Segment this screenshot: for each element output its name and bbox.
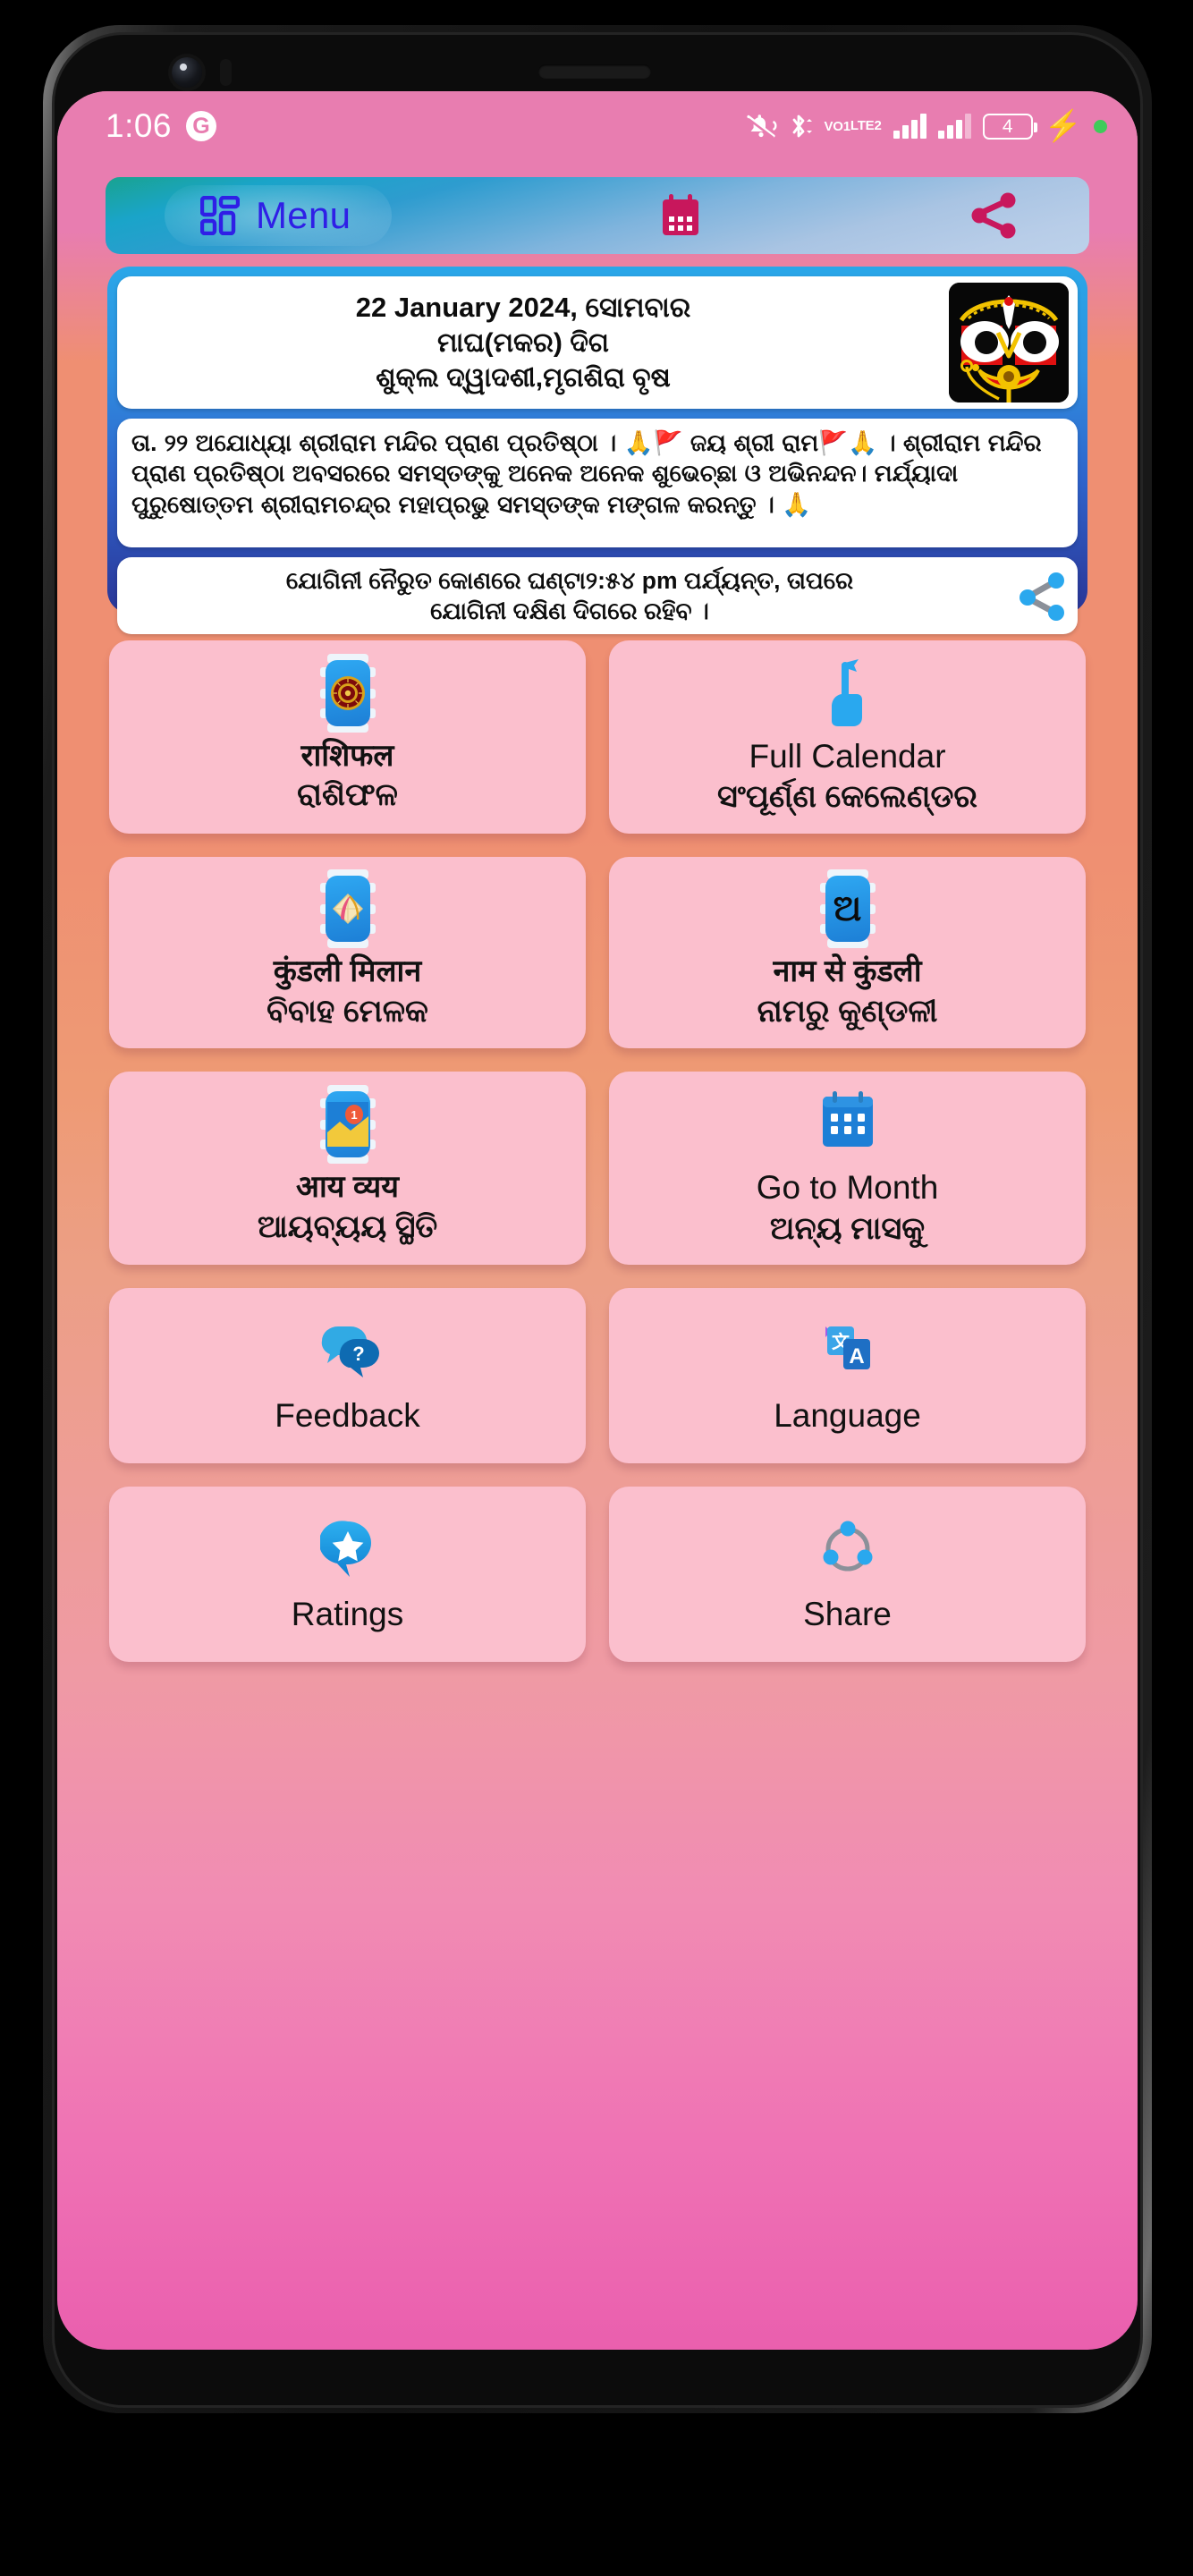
signal-bars-2-icon: [937, 114, 971, 139]
zodiac-wheel-icon: [319, 653, 376, 733]
calendar-button[interactable]: [660, 193, 701, 238]
question-bubble-icon: ?: [317, 1312, 379, 1389]
status-time: 1:06: [106, 107, 173, 144]
phone-screen: 1:06 G VO1 LTE2 4 ⚡ Menu 22 January 2024…: [57, 91, 1138, 2350]
tile-kundali-milan[interactable]: कुंडली मिलान ବିବାହ ମେଳକ: [109, 857, 586, 1049]
front-camera-icon: [172, 57, 202, 88]
share-network-icon: [818, 1511, 877, 1588]
yogini-line-1: ଯୋଗିନୀ ନୈରୁତ କୋଣରେ ଘଣ୍ଟା୨:୫୪ pm ପର୍ଯ୍ୟନ୍…: [285, 566, 854, 594]
tile-aay-vyay[interactable]: 1 आय व्यय ଆୟବ୍ୟୟ ସ୍ଥିତି: [109, 1072, 586, 1266]
feature-grid: राशिफल ରାଶିଫଳ Full Calendar ସଂପୂର୍ଣ୍ଣ କେ…: [104, 640, 1091, 1663]
share-button[interactable]: [969, 191, 1020, 241]
share-icon: [1020, 572, 1064, 621]
date-line-2: ମାଘ(ମକର) ଦିଗ: [437, 328, 609, 359]
tile-label-line2: ଅନ୍ୟ ମାସକୁ: [769, 1210, 926, 1246]
tile-go-to-month[interactable]: Go to Month ଅନ୍ୟ ମାସକୁ: [609, 1072, 1086, 1266]
news-card[interactable]: ତା. ୨୨ ଅଯୋଧ୍ୟା ଶ୍ରୀରାମ ମନ୍ଦିର ପ୍ରାଣ ପ୍ରତ…: [117, 419, 1078, 547]
svg-text:1: 1: [351, 1108, 357, 1122]
lord-jagannath-icon: [949, 283, 1069, 402]
star-bubble-icon: [319, 1511, 376, 1588]
proximity-sensor-icon: [220, 59, 232, 86]
yogini-card[interactable]: ଯୋଗିନୀ ନୈରୁତ କୋଣରେ ଘଣ୍ଟା୨:୫୪ pm ପର୍ଯ୍ୟନ୍…: [117, 557, 1078, 634]
tile-label-line2: ସଂପୂର୍ଣ୍ଣ କେଲେଣ୍ଡର: [717, 779, 977, 815]
earpiece-speaker: [538, 64, 651, 79]
signal-bars-icon: [893, 114, 926, 139]
tile-label-line2: ରାଶିଫଳ: [297, 777, 398, 813]
tile-label-line1: Full Calendar: [749, 738, 946, 775]
tile-label-line1: Share: [803, 1595, 892, 1632]
news-text: ତା. ୨୨ ଅଯୋଧ୍ୟା ଶ୍ରୀରାମ ମନ୍ଦିର ପ୍ରାଣ ପ୍ରତ…: [131, 429, 1042, 518]
charging-bolt-icon: ⚡: [1044, 109, 1082, 143]
battery-icon: 4: [982, 113, 1037, 140]
screenshot-root: 1:06 G VO1 LTE2 4 ⚡ Menu 22 January 2024…: [0, 0, 1193, 2576]
daily-info-panel: 22 January 2024, ସୋମବାର ମାଘ(ମକର) ଦିଗ ଶୁକ…: [107, 267, 1087, 634]
tile-label-line1: Language: [774, 1396, 921, 1434]
tile-rashifal[interactable]: राशिफल ରାଶିଫଳ: [109, 640, 586, 835]
menu-button-label: Menu: [256, 194, 351, 236]
volte-icon: VO1 LTE2: [824, 117, 882, 134]
bluetooth-icon: [789, 112, 813, 140]
svg-text:?: ?: [352, 1343, 364, 1365]
date-text-block: 22 January 2024, ସୋମବାର ମାଘ(ମକର) ଦିଗ ଶୁକ…: [117, 290, 1078, 395]
date-line-1: 22 January 2024, ସୋମବାର: [355, 291, 691, 323]
tile-label-line2: ଆୟବ୍ୟୟ ସ୍ଥିତି: [257, 1208, 438, 1244]
kundali-match-icon: [319, 869, 376, 948]
yogini-share-button[interactable]: [1015, 569, 1069, 623]
share-icon: [971, 192, 1016, 239]
google-g-icon: G: [186, 111, 217, 141]
mute-bell-icon: [745, 112, 777, 140]
status-bar: 1:06 G VO1 LTE2 4 ⚡: [57, 91, 1138, 161]
menu-button[interactable]: Menu: [165, 185, 393, 246]
tile-label-line1: Feedback: [275, 1396, 420, 1434]
tile-ratings[interactable]: Ratings: [109, 1487, 586, 1663]
tile-label-line2: ନାମରୁ କୁଣ୍ଡଳୀ: [757, 993, 938, 1029]
income-expense-icon: 1: [319, 1085, 376, 1165]
green-dot-icon: [1094, 119, 1107, 133]
tile-label-line1: राशिफल: [300, 738, 394, 773]
tile-full-calendar[interactable]: Full Calendar ସଂପୂର୍ଣ୍ଣ କେଲେଣ୍ଡର: [609, 640, 1086, 835]
pointing-hand-icon: [822, 653, 874, 730]
status-icons: VO1 LTE2 4 ⚡: [745, 111, 1107, 141]
odia-letter-a-icon: ଅ: [819, 869, 876, 948]
tile-label-line2: ବିବାହ ମେଳକ: [267, 993, 428, 1029]
tile-naam-kundali[interactable]: ଅ नाम से कुंडली ନାମରୁ କୁଣ୍ଡଳୀ: [609, 857, 1086, 1049]
calendar-icon: [663, 194, 699, 235]
tile-label-line1: नाम से कुंडली: [773, 954, 922, 988]
calendar-month-icon: [819, 1084, 876, 1161]
grid-menu-icon: [200, 196, 240, 235]
tile-label-line1: Go to Month: [756, 1169, 939, 1207]
yogini-line-2: ଯୋଗିନୀ ଦକ୍ଷିଣ ଦିଗରେ ରହିବ ।: [430, 597, 709, 624]
tile-label-line1: कुंडली मिलान: [273, 954, 422, 988]
tile-share[interactable]: Share: [609, 1487, 1086, 1663]
date-card[interactable]: 22 January 2024, ସୋମବାର ମାଘ(ମକର) ଦିଗ ଶୁକ…: [117, 276, 1078, 409]
tile-label-line1: आय व्यय: [296, 1170, 399, 1205]
tile-feedback[interactable]: ? Feedback: [109, 1288, 586, 1464]
svg-text:A: A: [849, 1344, 864, 1368]
yogini-text-block: ଯୋଗିନୀ ନୈରୁତ କୋଣରେ ଘଣ୍ଟା୨:୫୪ pm ପର୍ଯ୍ୟନ୍…: [133, 565, 1015, 627]
tile-language[interactable]: 文 A Language: [609, 1288, 1086, 1464]
date-line-3: ଶୁକ୍ଲ ଦ୍ୱାଦଶୀ,ମୃଗଶିରା ବୃଷ: [376, 363, 671, 394]
tile-label-line1: Ratings: [291, 1595, 404, 1632]
translate-icon: 文 A: [818, 1312, 877, 1389]
app-nav-bar: Menu: [106, 177, 1089, 254]
